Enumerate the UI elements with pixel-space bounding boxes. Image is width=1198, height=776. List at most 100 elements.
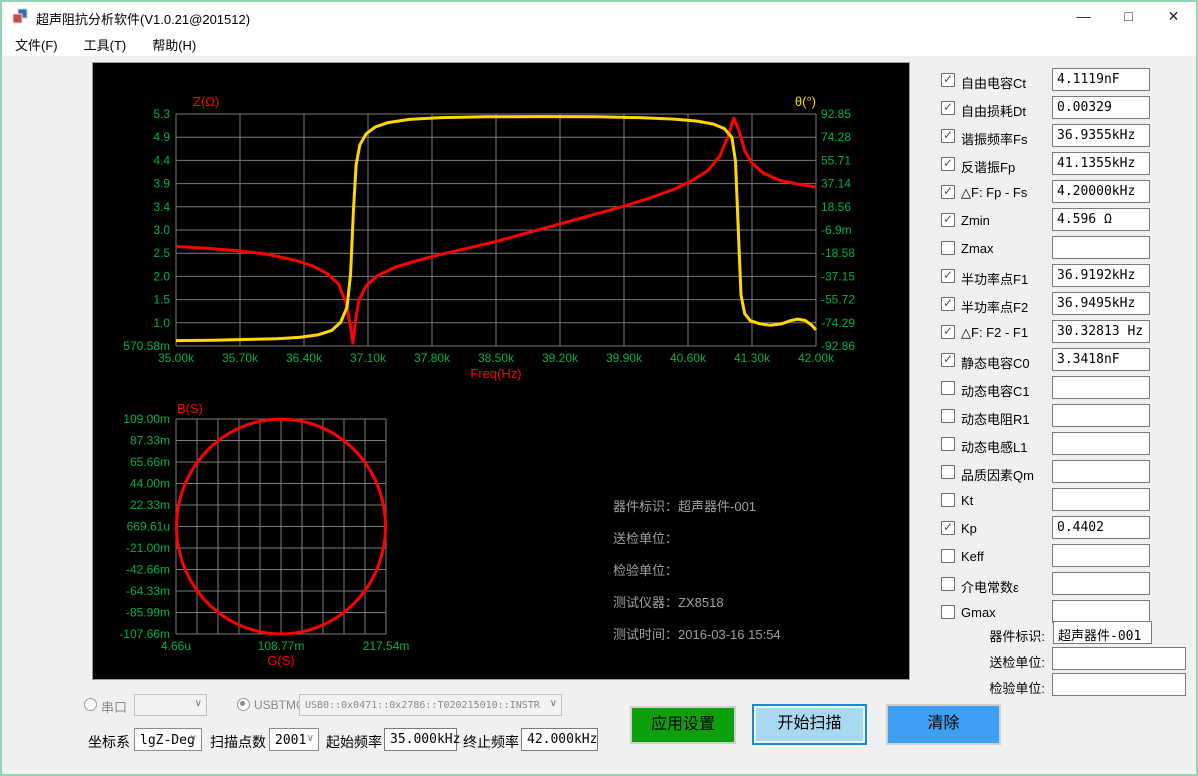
result-checkbox[interactable]: ✓: [941, 101, 955, 115]
result-checkbox[interactable]: ✓: [941, 73, 955, 87]
result-checkbox[interactable]: ✓: [941, 185, 955, 199]
result-row: 介电常数ε: [935, 570, 1193, 598]
result-value-field[interactable]: 36.9495kHz: [1052, 292, 1150, 315]
result-checkbox[interactable]: [941, 493, 955, 507]
minimize-button[interactable]: —: [1061, 2, 1106, 30]
result-label: Kp: [961, 521, 977, 536]
result-row: ✓半功率点F236.9495kHz: [935, 290, 1193, 318]
menu-help[interactable]: 帮助(H): [139, 30, 209, 56]
result-value-field[interactable]: 0.00329: [1052, 96, 1150, 119]
device-info-panel: 器件标识:超声器件-001送检单位:检验单位:: [935, 620, 1193, 698]
result-checkbox[interactable]: [941, 241, 955, 255]
sweep-points-select[interactable]: 2001 ∨: [269, 728, 319, 751]
y-tick: -85.99m: [126, 606, 170, 620]
result-value-field[interactable]: [1052, 572, 1150, 595]
result-value-field[interactable]: 36.9355kHz: [1052, 124, 1150, 147]
result-value-field[interactable]: [1052, 544, 1150, 567]
result-row: 品质因素Qm: [935, 458, 1193, 486]
menu-file[interactable]: 文件(F): [2, 30, 71, 56]
start-freq-input[interactable]: 35.000kHz: [384, 728, 457, 751]
result-checkbox[interactable]: ✓: [941, 353, 955, 367]
device-info-row: 器件标识: 超声器件-001: [935, 620, 1193, 646]
result-checkbox[interactable]: ✓: [941, 213, 955, 227]
result-value-field[interactable]: [1052, 432, 1150, 455]
menu-tools[interactable]: 工具(T): [71, 30, 140, 56]
result-checkbox[interactable]: ✓: [941, 325, 955, 339]
result-label: 自由电容Ct: [961, 73, 1026, 92]
x-tick: 37.80k: [414, 351, 451, 365]
y-tick-left: 4.9: [153, 130, 170, 144]
result-value-field[interactable]: [1052, 376, 1150, 399]
result-row: ✓△F: Fp - Fs4.20000kHz: [935, 178, 1193, 206]
result-checkbox[interactable]: [941, 437, 955, 451]
result-checkbox[interactable]: ✓: [941, 129, 955, 143]
result-checkbox[interactable]: [941, 605, 955, 619]
window-title: 超声阻抗分析软件(V1.0.21@201512): [36, 9, 250, 28]
result-value-field[interactable]: 4.596 Ω: [1052, 208, 1150, 231]
result-value-field[interactable]: [1052, 488, 1150, 511]
result-checkbox[interactable]: ✓: [941, 157, 955, 171]
result-value-field[interactable]: 4.20000kHz: [1052, 180, 1150, 203]
start-freq-label: 起始频率: [326, 732, 382, 752]
x-axis-title: Freq(Hz): [470, 366, 521, 381]
chevron-down-icon: ∨: [195, 698, 202, 709]
result-label: 谐振频率Fs: [961, 129, 1027, 148]
x-tick: 108.77m: [258, 639, 305, 653]
right-axis-title: θ(°): [795, 94, 816, 109]
chart-panel: 5.392.8535.00k4.974.2835.70k4.455.7136.4…: [92, 62, 910, 680]
maximize-button[interactable]: □: [1106, 2, 1151, 30]
result-row: Zmax: [935, 234, 1193, 262]
result-label: Zmax: [961, 241, 994, 256]
coord-system-select[interactable]: lgZ-Deg ∨: [134, 728, 202, 751]
serial-port-select[interactable]: ∨: [134, 694, 207, 716]
result-checkbox[interactable]: [941, 381, 955, 395]
result-checkbox[interactable]: ✓: [941, 521, 955, 535]
info-value: ZX8518: [678, 595, 724, 610]
info-line: 检验单位：: [613, 555, 781, 587]
result-value-field[interactable]: 4.1119nF: [1052, 68, 1150, 91]
result-checkbox[interactable]: [941, 409, 955, 423]
device-info-field[interactable]: [1052, 673, 1186, 696]
y-tick: -42.66m: [126, 563, 170, 577]
info-line: 送检单位：: [613, 523, 781, 555]
device-info-field[interactable]: [1052, 647, 1186, 670]
result-value-field[interactable]: 30.32813 Hz: [1052, 320, 1150, 343]
result-checkbox[interactable]: ✓: [941, 269, 955, 283]
info-label: 检验单位：: [613, 563, 678, 578]
menubar: 文件(F)工具(T)帮助(H): [2, 30, 1196, 56]
result-value-field[interactable]: [1052, 404, 1150, 427]
result-value-field[interactable]: [1052, 236, 1150, 259]
stop-freq-input[interactable]: 42.000kHz: [521, 728, 598, 751]
y-tick: 65.66m: [130, 455, 170, 469]
result-label: 动态电容C1: [961, 381, 1030, 400]
app-window: 超声阻抗分析软件(V1.0.21@201512) — □ ✕ 文件(F)工具(T…: [0, 0, 1198, 776]
usbtmc-radio[interactable]: [237, 698, 250, 711]
result-label: △F: F2 - F1: [961, 325, 1028, 341]
result-value-field[interactable]: 41.1355kHz: [1052, 152, 1150, 175]
result-row: ✓ Kp 0.4402: [935, 514, 1193, 542]
serial-radio[interactable]: [84, 698, 97, 711]
close-button[interactable]: ✕: [1151, 2, 1196, 30]
apply-settings-button[interactable]: 应用设置: [630, 706, 736, 744]
usbtmc-address-select[interactable]: USB0::0x0471::0x2786::T020215010::INSTR …: [299, 694, 562, 716]
result-checkbox[interactable]: ✓: [941, 297, 955, 311]
measurement-info: 器件标识：超声器件-001送检单位：检验单位：测试仪器：ZX8518测试时间：2…: [613, 491, 781, 651]
result-row: ✓ 谐振频率Fs 36.9355kHz: [935, 122, 1193, 150]
window-controls: — □ ✕: [1061, 2, 1196, 30]
result-value-field[interactable]: [1052, 460, 1150, 483]
result-value-field[interactable]: 0.4402: [1052, 516, 1150, 539]
result-checkbox[interactable]: [941, 549, 955, 563]
result-value-field[interactable]: 36.9192kHz: [1052, 264, 1150, 287]
clear-button[interactable]: 清除: [886, 704, 1001, 745]
y-tick-left: 3.4: [153, 200, 170, 214]
start-scan-button[interactable]: 开始扫描: [752, 704, 867, 745]
result-checkbox[interactable]: [941, 577, 955, 591]
device-info-label: 送检单位:: [935, 652, 1045, 671]
device-info-field[interactable]: 超声器件-001: [1053, 621, 1152, 644]
titlebar: 超声阻抗分析软件(V1.0.21@201512) — □ ✕: [2, 2, 1196, 30]
result-checkbox[interactable]: [941, 465, 955, 479]
result-value-field[interactable]: 3.3418nF: [1052, 348, 1150, 371]
device-info-label: 器件标识:: [935, 626, 1045, 645]
app-icon: [12, 8, 28, 24]
y-tick-left: 1.0: [153, 316, 170, 330]
